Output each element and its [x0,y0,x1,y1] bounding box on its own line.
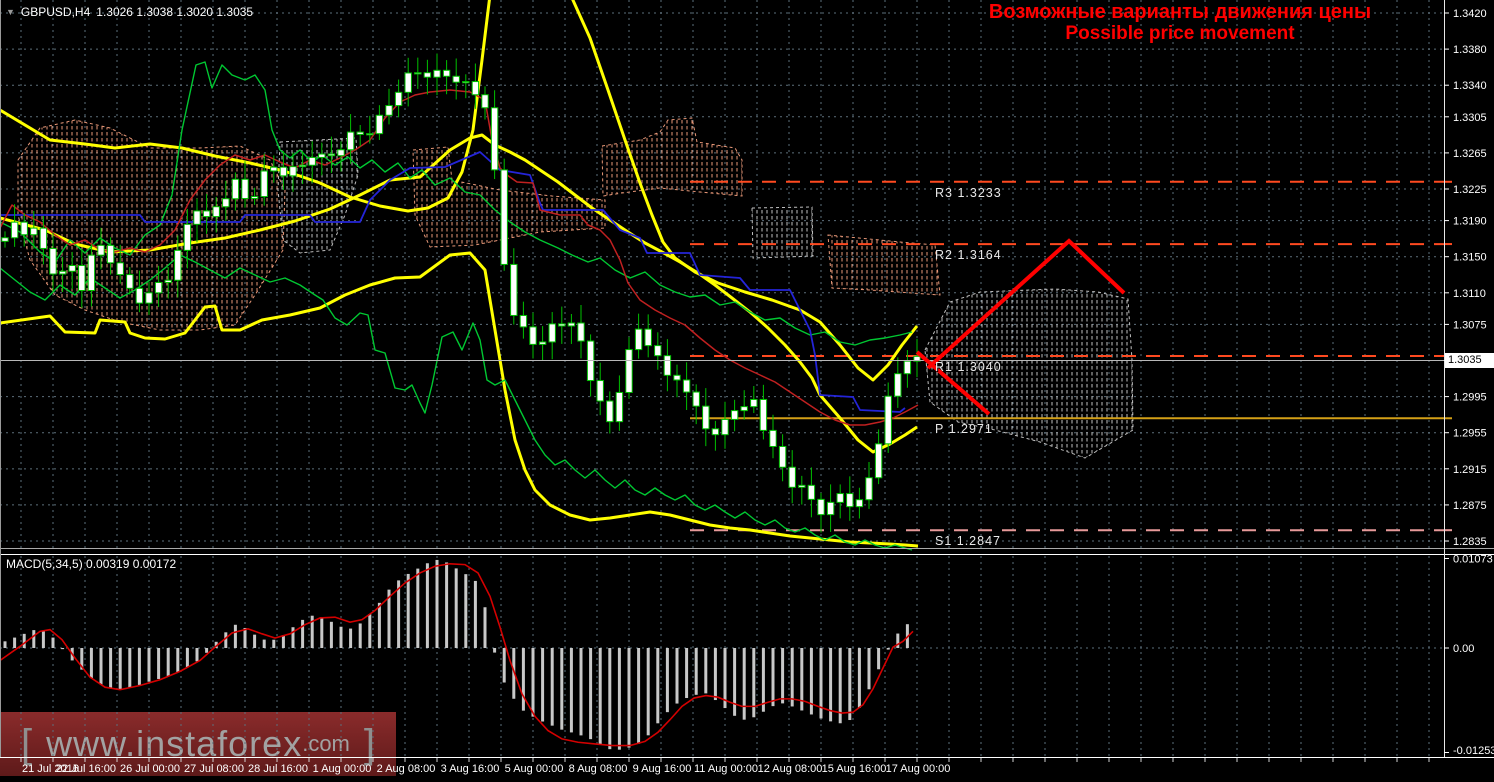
svg-text:12 Aug 08:00: 12 Aug 08:00 [758,763,823,775]
current-price-badge: 1.3035 [1445,352,1494,368]
mt4-chart-window: [ www.instaforex .com ] 1.3420 1.3380 1.33… [0,0,1494,782]
svg-text:3 Aug 16:00: 3 Aug 16:00 [441,763,500,775]
svg-text:0.01073: 0.01073 [1453,554,1493,566]
left-border [0,0,1,757]
pivot-label-r3: R3 1.3233 [935,185,1002,200]
symbol-dropdown-icon[interactable]: ▼ [6,7,15,17]
panel-separator[interactable] [0,554,1494,555]
pivot-label-s1: S1 1.2847 [935,534,1001,549]
svg-text:1.3225: 1.3225 [1453,184,1487,196]
svg-text:-0.01253: -0.01253 [1453,745,1494,757]
svg-text:22 Jul 16:00: 22 Jul 16:00 [56,763,116,775]
svg-text:28 Jul 16:00: 28 Jul 16:00 [248,763,308,775]
svg-text:1.3190: 1.3190 [1453,216,1487,228]
symbol-ohlc-values: 1.3026 1.3038 1.3020 1.3035 [96,5,254,19]
svg-text:1.2995: 1.2995 [1453,392,1487,404]
svg-text:2 Aug 08:00: 2 Aug 08:00 [377,763,436,775]
svg-text:1.2835: 1.2835 [1453,536,1487,548]
annotation-line-en: Possible price movement [1065,23,1295,44]
macd-value-signal: 0.00172 [132,557,177,571]
svg-text:1.3305: 1.3305 [1453,112,1487,124]
candlesticks [1,53,921,533]
svg-text:1.3110: 1.3110 [1453,288,1486,300]
axis-border [1444,0,1445,757]
macd-indicator-label: MACD(5,34,5) 0.00319 0.00172 [6,557,176,571]
chart-canvas[interactable]: 1.3420 1.3380 1.3340 1.3305 1.3265 1.3225 1.31… [0,0,1494,782]
macd-value-main: 0.00319 [86,557,130,571]
svg-text:1.3340: 1.3340 [1453,80,1487,92]
svg-text:9 Aug 16:00: 9 Aug 16:00 [633,763,692,775]
pivot-label-p: P 1.2971 [935,422,993,437]
svg-text:27 Jul 08:00: 27 Jul 08:00 [184,763,244,775]
price-axis[interactable]: 1.3420 1.3380 1.3340 1.3305 1.3265 1.3225 1.31… [1444,8,1494,757]
svg-text:1.3380: 1.3380 [1453,44,1487,56]
svg-text:1.3265: 1.3265 [1453,148,1487,160]
svg-text:15 Aug 16:00: 15 Aug 16:00 [822,763,887,775]
symbol-label: GBPUSD,H4 [20,5,91,19]
annotation-line-ru: Возможные варианты движения цены [988,1,1372,23]
macd-bottom-border [0,757,1494,758]
svg-text:1.2955: 1.2955 [1453,428,1487,440]
pivot-label-r1: R1 1.3040 [935,359,1002,374]
svg-text:1.3075: 1.3075 [1453,319,1487,331]
macd-panel[interactable] [0,559,914,750]
svg-text:1.3150: 1.3150 [1453,252,1487,264]
svg-text:1.3420: 1.3420 [1453,8,1487,20]
svg-text:11 Aug 00:00: 11 Aug 00:00 [694,763,758,775]
panel-separator-top[interactable] [0,548,1494,549]
svg-text:0.00: 0.00 [1453,643,1474,655]
price-movement-annotation: Возможные варианты движения цены Possibl… [930,1,1430,45]
svg-text:1 Aug 00:00: 1 Aug 00:00 [313,763,372,775]
ichimoku-cloud-patches [17,117,1134,459]
svg-text:8 Aug 08:00: 8 Aug 08:00 [569,763,628,775]
macd-name: MACD(5,34,5) [6,557,83,571]
svg-text:1.2875: 1.2875 [1453,500,1487,512]
symbol-info-bar: ▼ GBPUSD,H4 1.3026 1.3038 1.3020 1.3035 [6,5,253,19]
pivot-label-r2: R2 1.3164 [935,248,1002,263]
svg-text:5 Aug 00:00: 5 Aug 00:00 [505,763,564,775]
svg-text:1.2915: 1.2915 [1453,464,1487,476]
svg-text:26 Jul 00:00: 26 Jul 00:00 [120,763,180,775]
time-axis[interactable]: 21 Jul 201622 Jul 16:00 26 Jul 00:00 27 Ju… [22,763,950,775]
svg-text:17 Aug 00:00: 17 Aug 00:00 [886,763,951,775]
